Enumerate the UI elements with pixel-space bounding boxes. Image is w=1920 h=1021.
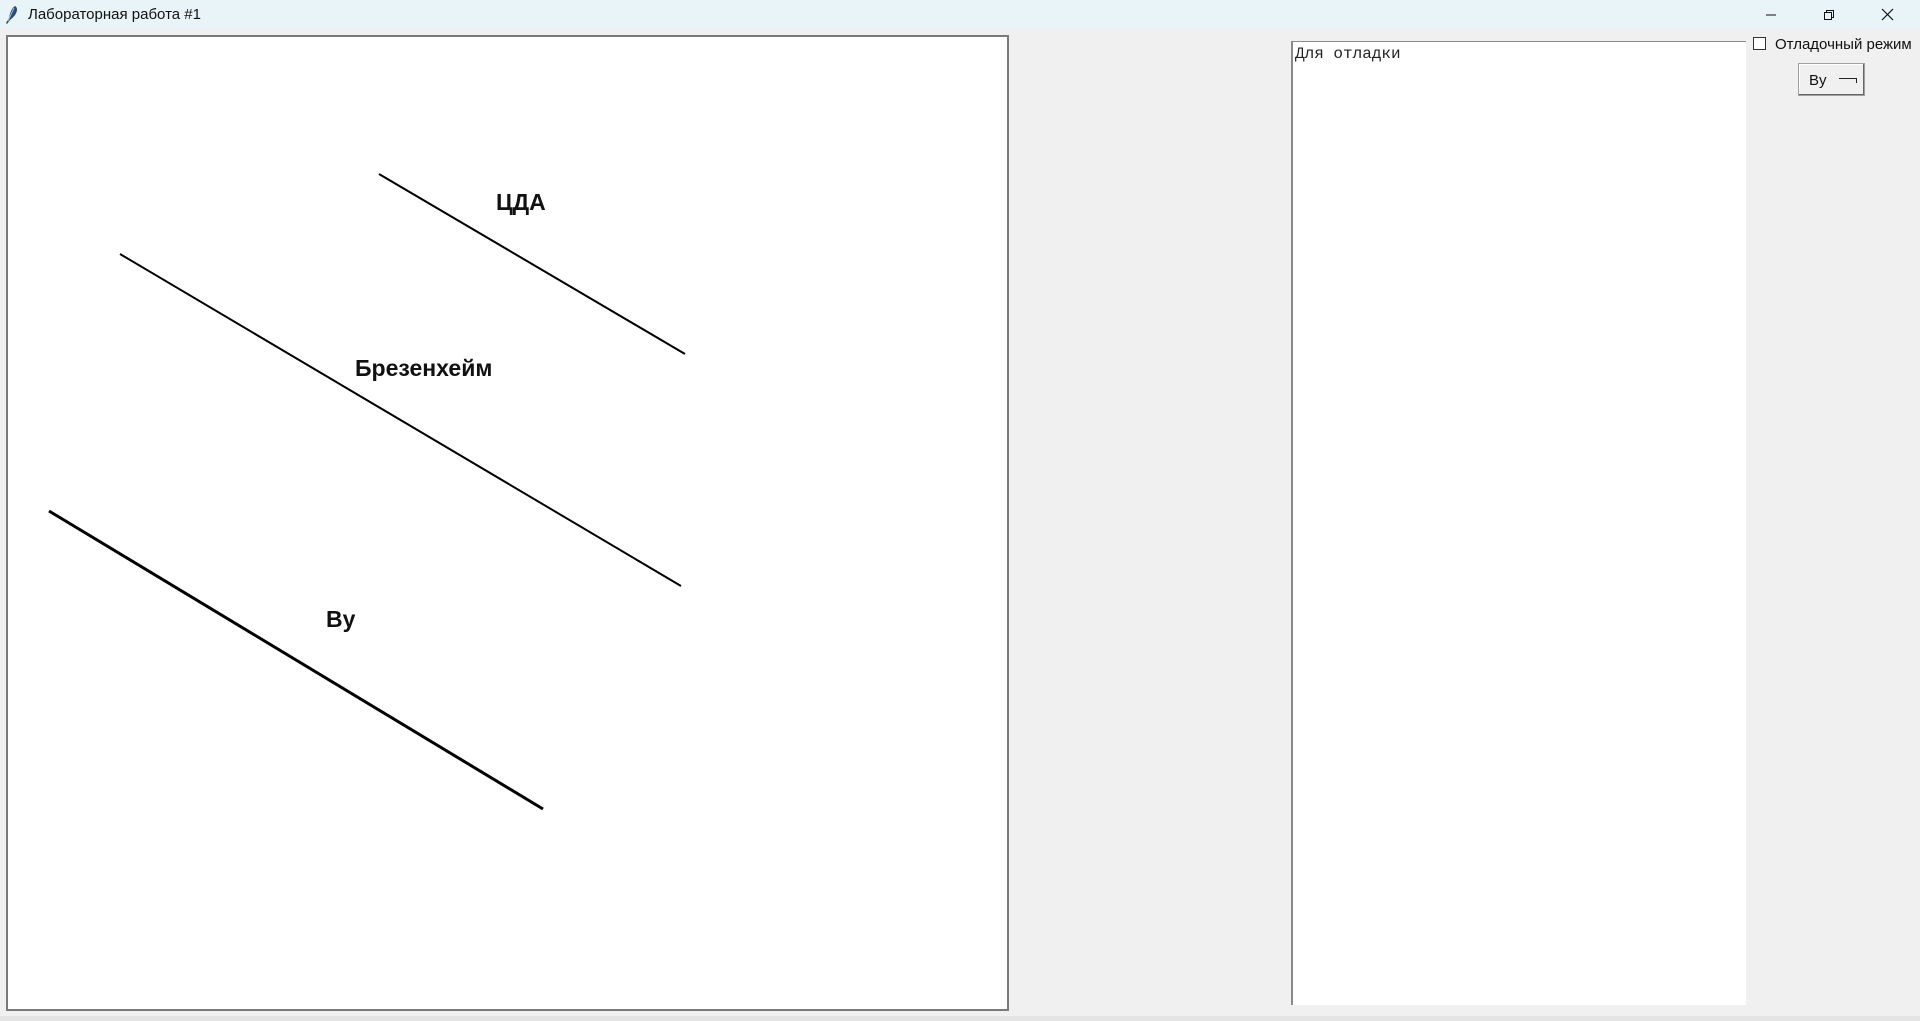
bresenham-label: Брезенхейм [355, 355, 493, 381]
debug-text: Для отладки [1295, 45, 1401, 63]
debug-mode-label[interactable]: Отладочный режим [1775, 36, 1912, 53]
close-icon [1881, 8, 1893, 21]
restore-icon [1824, 9, 1834, 20]
algorithm-option-menu[interactable]: By [1798, 63, 1865, 96]
dda-label: ЦДА [496, 189, 546, 215]
window-title: Лабораторная работа #1 [28, 6, 201, 23]
minimize-icon [1766, 14, 1776, 15]
wu-label: By [326, 606, 356, 632]
feather-icon [6, 6, 18, 24]
minimize-button[interactable] [1742, 0, 1800, 29]
drawing-canvas[interactable]: ЦДА Брезенхейм By [6, 35, 1009, 1011]
canvas-lines [48, 173, 686, 811]
algorithm-selected-value: By [1809, 72, 1827, 89]
option-menu-indicator-icon [1839, 78, 1857, 83]
close-button[interactable] [1858, 0, 1916, 29]
debug-textbox[interactable]: Для отладки [1291, 41, 1746, 1005]
title-bar: Лабораторная работа #1 [0, 0, 1920, 29]
debug-mode-checkbox[interactable] [1753, 37, 1766, 50]
window-bottom-edge [0, 1016, 1920, 1021]
bresenham-line [119, 253, 682, 587]
restore-button[interactable] [1800, 0, 1858, 29]
wu-line [48, 509, 544, 811]
